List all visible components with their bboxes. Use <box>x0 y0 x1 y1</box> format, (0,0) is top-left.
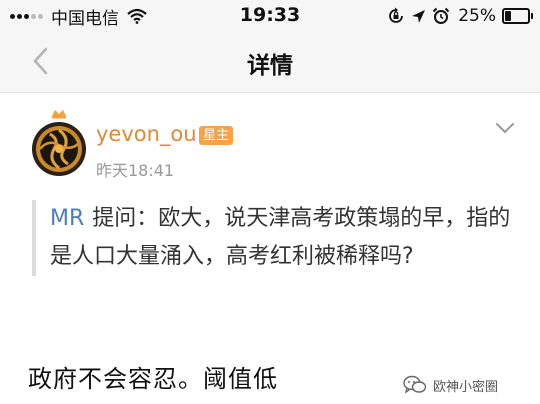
member-badge: 星主 <box>199 126 234 145</box>
wechat-icon <box>403 375 427 394</box>
navigation-bar: 详情 <box>0 30 540 93</box>
orientation-lock-icon <box>389 7 404 23</box>
status-right: 25% <box>381 5 533 27</box>
status-bar: 中国电信 19:33 25% <box>0 0 540 30</box>
answer-text: 政府不会容忍。阈值低 <box>28 365 278 393</box>
username[interactable]: yevon_ou <box>96 122 197 146</box>
post-timestamp: 昨天18:41 <box>96 161 175 180</box>
watermark-text: 欧神小密圈 <box>433 379 499 395</box>
avatar[interactable] <box>28 108 90 178</box>
crown-icon <box>52 110 66 119</box>
page-title: 详情 <box>247 53 293 79</box>
question-quote: MR 提问：欧大，说天津高考政策塌的早，指的是人口大量涌入，高考红利被稀释吗? <box>32 200 526 276</box>
post-detail: yevon_ou 星主 昨天18:41 MR 提问：欧大，说天津高考政策塌的早，指… <box>0 93 540 404</box>
chevron-down-icon[interactable] <box>494 121 516 135</box>
battery-icon <box>502 8 533 24</box>
asker-name[interactable]: MR <box>50 206 84 231</box>
location-icon <box>412 9 426 23</box>
alarm-icon <box>432 7 450 24</box>
watermark: 欧神小密圈 <box>403 374 498 396</box>
battery-level <box>505 11 511 21</box>
question-text: 提问：欧大，说天津高考政策塌的早，指的是人口大量涌入，高考红利被稀释吗? <box>50 206 511 269</box>
battery-percentage: 25% <box>458 6 496 26</box>
